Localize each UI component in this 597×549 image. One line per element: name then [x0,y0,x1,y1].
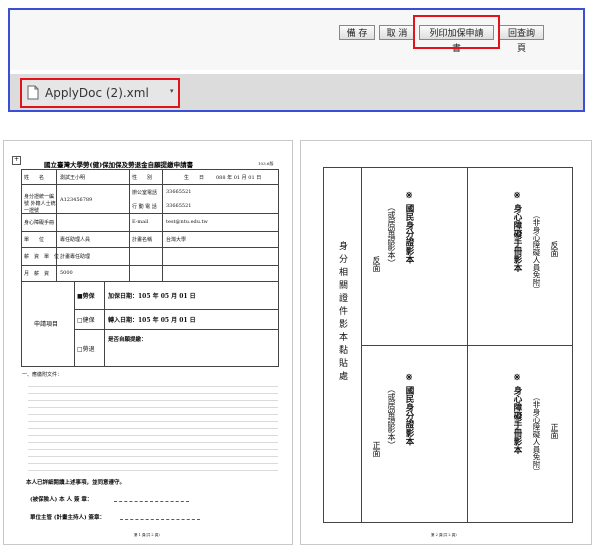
document-page-2: 身分相關證件影本黏貼處 ※ 國民身分證影本 （或居留證影本） 反面 ※ 身心障礙… [300,140,592,545]
cell-bl-title: ※ 國民身分證影本 [404,373,414,446]
doc-version: 103.6版 [258,161,274,166]
value-pay-unit: 計畫專任助理 [60,254,91,260]
notes-text-block [28,381,278,471]
checkbox-labor[interactable]: ■勞保 [77,291,95,300]
label-sex: 性 別 [132,175,153,181]
value-health-date: 轉入日期：105 年 05 月 01 日 [108,317,196,324]
cell-tl-sub: （或居留證影本） [387,203,396,267]
cell-tr-title: ※ 身心障礙手冊影本 [512,191,522,272]
save-button[interactable]: 備 存 [339,25,375,40]
cell-tl-side: 反面 [372,256,381,272]
notes-heading: 一、應繳附文件： [22,372,63,378]
file-icon [27,85,39,100]
table-move-handle-icon[interactable]: + [12,156,21,165]
chevron-down-icon[interactable]: ▾ [170,87,174,95]
cell-br-title: ※ 身心障礙手冊影本 [512,373,522,454]
value-unit: 專任助理人員 [60,237,91,243]
attach-label: 身分相關證件影本黏貼處 [337,241,347,384]
label-apply-items: 申請項目 [34,321,59,328]
label-disability: 身心障礙手冊 [24,220,55,226]
label-email: E-mail [132,219,149,225]
label-plan: 計畫名稱 [132,237,153,243]
cell-tl-title: ※ 國民身分證影本 [404,191,414,264]
label-salary: 月 薪 資 [24,271,50,277]
label-birth: 生 日 [184,175,205,181]
label-voluntary: 是否自願提繳： [108,337,147,343]
cancel-button[interactable]: 取 消 [379,25,415,40]
cell-bl-sub: （或居留證影本） [387,385,396,449]
cell-tr-side: 反面 [550,241,559,257]
label-office-phone: 辦公室電話 [132,190,158,196]
label-mobile: 行 動 電 話 [132,204,157,210]
label-name: 姓 名 [24,175,45,181]
label-unit: 單 位 [24,237,45,243]
value-labor-date: 加保日期：105 年 05 月 01 日 [108,293,196,300]
label-pay-unit: 薪 資 單 位 [24,254,60,260]
signature-applicant-line[interactable] [114,501,189,502]
signature-applicant-label: (被保險人) 本 人 簽 章： [30,497,93,503]
signature-unit-line[interactable] [120,519,200,520]
value-salary: 5000 [60,270,73,276]
document-page-1: + 國立臺灣大學勞(健)保加保及勞退金自願提繳申請書 103.6版 姓 名 測試… [3,140,293,545]
download-file-name: ApplyDoc (2).xml [45,86,149,100]
value-mobile: 33665521 [166,203,192,209]
cell-tr-sub: （非身心障礙人員免附） [532,211,541,294]
value-plan: 台灣大學 [166,237,187,243]
cell-br-sub: （非身心障礙人員免附） [532,393,541,476]
signature-unit-label: 單位主管 (計畫主持人) 簽章： [30,515,106,521]
value-office-phone: 33665521 [166,189,192,195]
cell-br-side: 正面 [550,423,559,439]
value-email: test@ntu.edu.tw [166,219,208,225]
checkbox-pension[interactable]: □勞退 [77,344,95,353]
page-footer: 第 1 頁(共 2 頁) [134,533,160,537]
cell-bl-side: 正面 [372,441,381,457]
label-id: 身分證統一編號 外籍人士統一證號 [24,194,56,214]
doc-title: 國立臺灣大學勞(健)保加保及勞退金自願提繳申請書 [44,161,194,169]
value-id: A123456789 [60,197,93,203]
value-name: 測試王小明 [60,175,86,181]
consent-line: 本人已詳細閱讀上述事項，並同意遵守。 [26,480,126,486]
back-to-query-button[interactable]: 回查詢頁 [499,25,544,54]
annotation-highlight-print [413,15,500,49]
checkbox-health[interactable]: □健保 [77,315,95,324]
page-footer: 第 2 頁(共 2 頁) [431,533,457,537]
value-birth: 088 年 01 月 01 日 [216,175,262,181]
